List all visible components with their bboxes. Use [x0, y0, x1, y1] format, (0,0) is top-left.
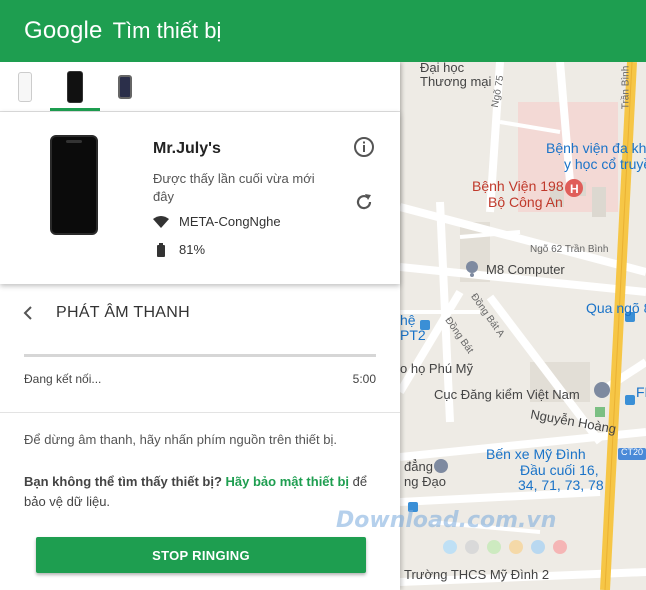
museum-icon: [594, 382, 610, 398]
sound-title: PHÁT ÂM THANH: [56, 304, 190, 321]
last-seen-text: Được thấy lần cuối vừa mới đây: [153, 171, 315, 204]
google-logo[interactable]: Google: [24, 17, 103, 45]
device-tab-black-phone[interactable]: [50, 62, 100, 111]
battery-row: 81%: [153, 242, 205, 257]
info-icon[interactable]: [352, 135, 376, 159]
watermark-dot: [509, 540, 523, 554]
back-arrow-icon[interactable]: [20, 304, 38, 322]
map-label: CT20: [621, 447, 644, 457]
watermark-dot: [531, 540, 545, 554]
map-label: Trường THCS Mỹ Đình 2: [404, 567, 550, 582]
secure-device-text: Bạn không thể tìm thấy thiết bị? Hãy bảo…: [24, 472, 384, 512]
map-label: FL: [636, 384, 646, 400]
secure-device-link[interactable]: Hãy bảo mật thiết bị: [226, 474, 350, 489]
map-label: Đầu cuối 16,: [520, 462, 599, 478]
map-label: Bệnh Viện 198: [472, 178, 564, 194]
page-title: Tìm thiết bị: [112, 18, 222, 43]
map-label: 34, 71, 73, 78: [518, 477, 604, 493]
map-label: Qua ngõ 8: [586, 300, 646, 316]
phone-image: [50, 135, 98, 235]
map-building: [592, 187, 606, 217]
ring-timer: 5:00: [352, 372, 376, 386]
map-label: PT2: [400, 327, 426, 343]
wifi-icon: [153, 215, 169, 228]
map-label: Thương mại: [420, 74, 492, 89]
map-label: ng Đạo: [404, 474, 446, 489]
map-label: o họ Phú Mỹ: [400, 361, 473, 376]
m8-pin-tip: [470, 273, 474, 277]
white-phone-icon: [18, 71, 32, 102]
device-tabs: [0, 62, 400, 112]
device-card: Mr.July's Được thấy lần cuối vừa mới đây…: [0, 112, 400, 284]
watermark-logo: Download.com.vn: [336, 508, 557, 533]
map-label: hệ: [400, 312, 416, 328]
black-phone-icon: [67, 70, 83, 103]
map-label: đẳng: [404, 459, 433, 474]
map-label: Trần Bình: [620, 65, 632, 110]
sound-section-header: PHÁT ÂM THANH: [0, 298, 400, 328]
map-label: M8 Computer: [486, 262, 565, 277]
watermark-dot: [443, 540, 457, 554]
battery-icon: [153, 242, 169, 257]
map-label: Ngõ 62 Trần Bình: [530, 244, 609, 255]
map-label: y học cổ truyề: [564, 156, 646, 172]
battery-level: 81%: [179, 242, 206, 257]
svg-text:H: H: [570, 182, 579, 196]
stop-hint-text: Để dừng âm thanh, hãy nhấn phím nguồn tr…: [24, 432, 337, 447]
dark-phone-icon: [118, 74, 132, 99]
ringing-progress-bar: [24, 354, 376, 357]
m8-pin-icon: [466, 261, 478, 273]
map-label: Bến xe Mỹ Đình: [486, 446, 586, 462]
network-row: META-CongNghe: [153, 214, 281, 229]
stop-ringing-button[interactable]: STOP RINGING: [36, 537, 366, 573]
watermark-dot: [487, 540, 501, 554]
device-tab-dark-phone[interactable]: [100, 62, 150, 111]
map-label: Cục Đăng kiểm Việt Nam: [434, 387, 580, 402]
bus-stop-icon: [625, 395, 635, 405]
watermark-dot: [553, 540, 567, 554]
device-tab-white-phone[interactable]: [0, 62, 50, 111]
section-divider: [0, 412, 400, 413]
school-icon: [434, 459, 448, 473]
device-name: Mr.July's: [153, 140, 221, 157]
park-icon: [595, 407, 605, 417]
map-label: Bộ Công An: [488, 194, 563, 210]
watermark-dot: [465, 540, 479, 554]
connection-status: Đang kết nối...: [24, 372, 102, 386]
secure-prefix: Bạn không thể tìm thấy thiết bị?: [24, 474, 222, 489]
map-label: Bệnh viện đa kh: [546, 140, 646, 156]
watermark-dots: [443, 540, 567, 554]
app-header: Google Tìm thiết bị: [0, 0, 646, 62]
network-name: META-CongNghe: [179, 214, 281, 229]
refresh-icon[interactable]: [352, 190, 376, 214]
